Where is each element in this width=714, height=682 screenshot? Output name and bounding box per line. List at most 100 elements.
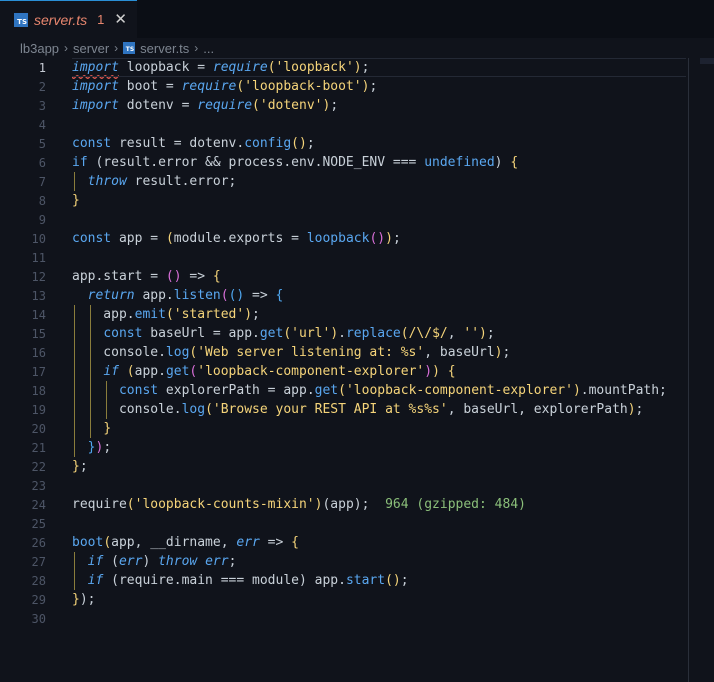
- code-token: result = dotenv.: [111, 136, 245, 151]
- code-token: app =: [111, 231, 166, 246]
- code-token: ;: [400, 573, 409, 588]
- code-line[interactable]: 30: [0, 609, 714, 628]
- code-line[interactable]: 27 if (err) throw err;: [0, 552, 714, 571]
- code-token: (: [252, 98, 260, 113]
- code-line[interactable]: 13 return app.listen(() => {: [0, 286, 714, 305]
- code-line[interactable]: 9: [0, 210, 714, 229]
- code-line[interactable]: 14 app.emit('started');: [0, 305, 714, 324]
- code-token: throw: [87, 174, 127, 189]
- close-tab-icon[interactable]: ✕: [114, 12, 127, 27]
- code-token: get: [165, 364, 190, 379]
- line-number: 27: [31, 554, 46, 569]
- code-line[interactable]: 12 app.start = () => {: [0, 267, 714, 286]
- line-number: 5: [38, 136, 46, 151]
- code-line[interactable]: 5 const result = dotenv.config();: [0, 134, 714, 153]
- code-line[interactable]: 3 import dotenv = require('dotenv');: [0, 96, 714, 115]
- code-line[interactable]: 19 console.log('Browse your REST API at …: [0, 400, 714, 419]
- code-line[interactable]: 17 if (app.get('loopback-component-explo…: [0, 362, 714, 381]
- scrollbar-thumb[interactable]: [700, 58, 714, 64]
- code-token: }: [72, 592, 80, 607]
- current-line-highlight: [72, 58, 686, 77]
- indent-guide: [106, 400, 107, 419]
- code-token: 'dotenv': [259, 98, 323, 113]
- code-line[interactable]: 1 import loopback = require('loopback');: [0, 58, 714, 77]
- code-line[interactable]: 21 });: [0, 438, 714, 457]
- code-text: boot(app, __dirname, err => {: [72, 535, 299, 550]
- problem-count-badge: 1: [97, 12, 105, 27]
- code-token: start: [345, 573, 386, 588]
- line-number: 23: [31, 478, 46, 493]
- line-number: 24: [31, 497, 46, 512]
- code-line[interactable]: 8}: [0, 191, 714, 210]
- tab-server-ts[interactable]: TS server.ts 1 ✕: [0, 0, 137, 38]
- breadcrumb-root[interactable]: lb3app: [20, 41, 59, 56]
- code-line[interactable]: 23: [0, 476, 714, 495]
- code-token: const: [118, 383, 159, 398]
- code-token: const: [103, 326, 143, 341]
- code-token: loopback: [306, 231, 370, 246]
- code-token: (): [385, 573, 401, 588]
- code-token: app, __dirname,: [111, 535, 237, 550]
- code-token: 'loopback-boot': [244, 79, 362, 94]
- code-token: ;: [369, 79, 378, 94]
- code-token: (): [165, 269, 182, 284]
- code-line[interactable]: 18 const explorerPath = app.get('loopbac…: [0, 381, 714, 400]
- code-token: console.: [72, 402, 182, 417]
- indent-guide: [74, 419, 75, 438]
- code-token: .: [338, 326, 346, 341]
- code-token: if: [72, 155, 88, 170]
- code-token: ;: [502, 345, 511, 360]
- code-line[interactable]: 15 const baseUrl = app.get('url').replac…: [0, 324, 714, 343]
- code-text: console.log('Web server listening at: %s…: [72, 345, 510, 360]
- code-token: ): [385, 231, 393, 246]
- breadcrumb-folder[interactable]: server: [73, 41, 109, 56]
- code-token: boot =: [118, 79, 182, 94]
- code-token: (result.error && process.env.NODE_ENV ==…: [87, 155, 425, 170]
- breadcrumb-more[interactable]: ...: [203, 41, 214, 56]
- code-line[interactable]: 16 console.log('Web server listening at:…: [0, 343, 714, 362]
- indent-guide: [74, 362, 75, 381]
- code-line[interactable]: 28 if (require.main === module) app.star…: [0, 571, 714, 590]
- code-line[interactable]: 4: [0, 115, 714, 134]
- code-token: emit: [134, 307, 166, 322]
- code-token: app.: [134, 288, 174, 303]
- code-token: (: [165, 231, 174, 246]
- code-text: throw result.error;: [72, 174, 237, 189]
- code-token: get: [259, 326, 284, 341]
- code-line[interactable]: 6 if (result.error && process.env.NODE_EN…: [0, 153, 714, 172]
- code-token: {: [212, 269, 221, 284]
- code-token: ): [330, 326, 339, 341]
- code-token: ;: [330, 98, 339, 113]
- tab-filename: server.ts: [34, 11, 88, 28]
- line-number: 25: [31, 516, 46, 531]
- code-token: (: [205, 402, 213, 417]
- code-token: err: [118, 554, 143, 569]
- breadcrumb-file[interactable]: server.ts: [140, 41, 189, 56]
- code-text: console.log('Browse your REST API at %s%…: [72, 402, 643, 417]
- line-number: 18: [31, 383, 46, 398]
- line-number: 9: [38, 212, 46, 227]
- code-editor[interactable]: 1 import loopback = require('loopback'); 2…: [0, 58, 714, 628]
- code-line[interactable]: 25: [0, 514, 714, 533]
- code-token: ): [432, 364, 440, 379]
- code-line[interactable]: 29});: [0, 590, 714, 609]
- indent-guide: [90, 324, 91, 343]
- code-line[interactable]: 20 }: [0, 419, 714, 438]
- code-token: 'Browse your REST API at %s%s': [212, 402, 448, 417]
- code-token: {: [447, 364, 456, 379]
- code-token: ): [424, 364, 433, 379]
- code-text: require('loopback-counts-mixin')(app); 9…: [72, 497, 526, 512]
- code-line[interactable]: 26 boot(app, __dirname, err => {: [0, 533, 714, 552]
- code-line[interactable]: 24 require('loopback-counts-mixin')(app);…: [0, 495, 714, 514]
- line-number: 14: [31, 307, 46, 322]
- indent-guide: [74, 400, 75, 419]
- code-token: (): [369, 231, 386, 246]
- code-line[interactable]: 2 import boot = require('loopback-boot');: [0, 77, 714, 96]
- code-line[interactable]: 11: [0, 248, 714, 267]
- code-line[interactable]: 7 throw result.error;: [0, 172, 714, 191]
- code-line[interactable]: 22};: [0, 457, 714, 476]
- code-line[interactable]: 10 const app = (module.exports = loopback…: [0, 229, 714, 248]
- code-token: (: [338, 383, 346, 398]
- code-token: (: [220, 288, 229, 303]
- line-number: 19: [31, 402, 46, 417]
